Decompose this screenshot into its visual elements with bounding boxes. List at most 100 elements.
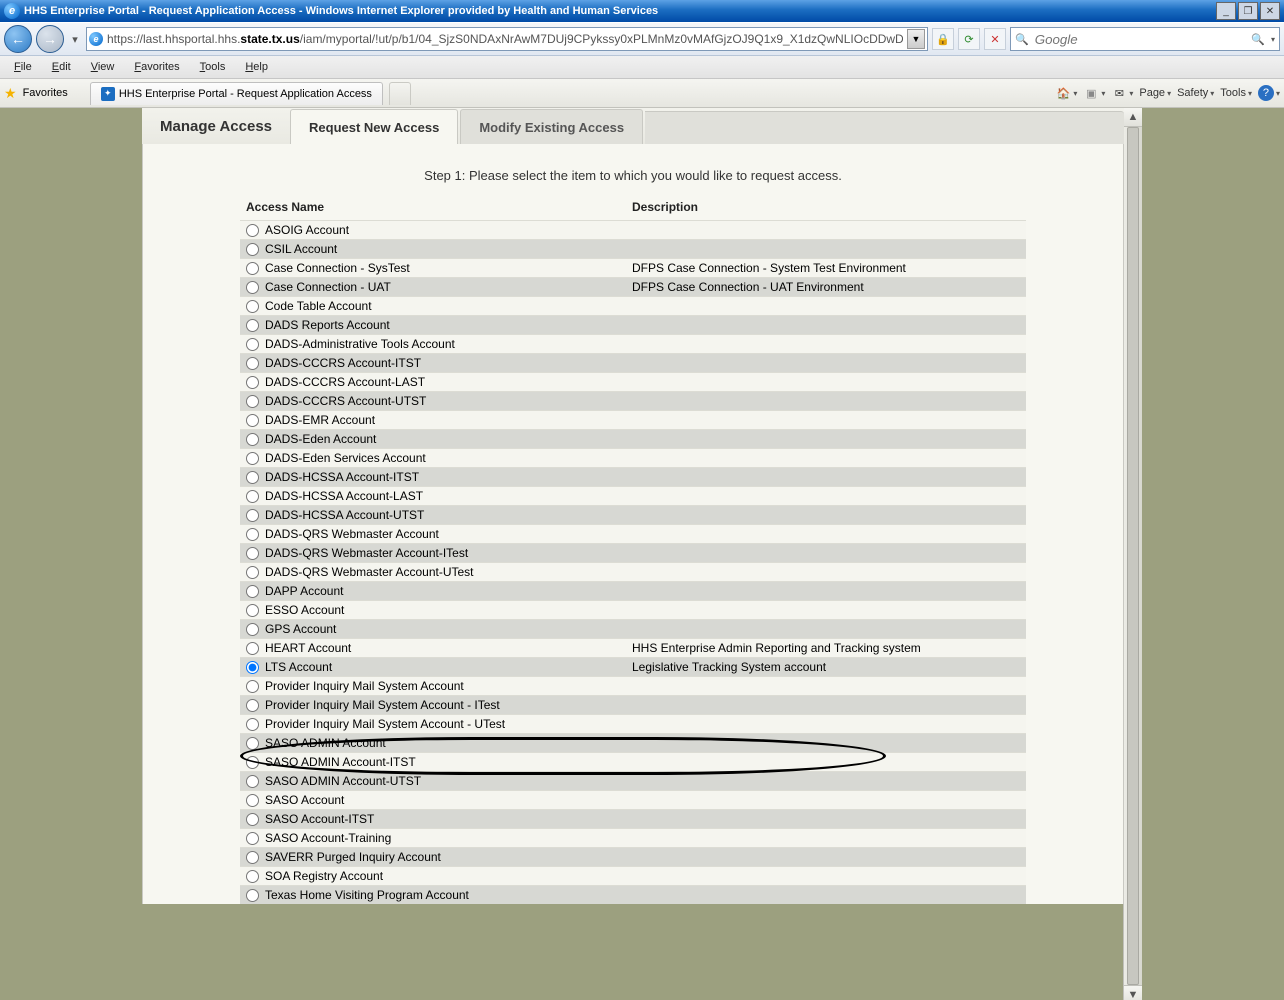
search-box[interactable]: 🔍 🔍 ▾ [1010,27,1280,51]
access-option[interactable]: DADS-HCSSA Account-LAST [246,489,620,503]
access-radio[interactable] [246,718,259,731]
url-dropdown-button[interactable]: ▼ [907,29,925,49]
help-button[interactable]: ?▾ [1258,85,1280,101]
scroll-up-button[interactable]: ▲ [1124,108,1142,127]
url-text[interactable]: https://last.hhsportal.hhs.state.tx.us/i… [107,32,903,46]
access-radio[interactable] [246,623,259,636]
access-option[interactable]: CSIL Account [246,242,620,256]
access-radio[interactable] [246,471,259,484]
access-option[interactable]: Texas Home Visiting Program Account [246,888,620,902]
menu-view[interactable]: View [83,59,123,75]
access-option[interactable]: SASO Account [246,793,620,807]
access-option[interactable]: SASO Account-Training [246,831,620,845]
tools-menu[interactable]: Tools▾ [1220,87,1252,99]
access-option[interactable]: Case Connection - SysTest [246,261,620,275]
restore-button[interactable]: ❐ [1238,2,1258,20]
access-option[interactable]: GPS Account [246,622,620,636]
access-radio[interactable] [246,452,259,465]
access-option[interactable]: Code Table Account [246,299,620,313]
access-option[interactable]: Provider Inquiry Mail System Account - U… [246,717,620,731]
access-option[interactable]: SAVERR Purged Inquiry Account [246,850,620,864]
read-mail-button[interactable]: ✉▾ [1111,85,1133,101]
access-radio[interactable] [246,547,259,560]
access-option[interactable]: DADS-QRS Webmaster Account-UTest [246,565,620,579]
close-button[interactable]: ✕ [1260,2,1280,20]
access-radio[interactable] [246,528,259,541]
access-radio[interactable] [246,851,259,864]
access-option[interactable]: DADS-Administrative Tools Account [246,337,620,351]
menu-edit[interactable]: Edit [44,59,79,75]
forward-button[interactable]: → [36,25,64,53]
access-radio[interactable] [246,775,259,788]
access-option[interactable]: SASO ADMIN Account-ITST [246,755,620,769]
menu-tools[interactable]: Tools [192,59,234,75]
page-menu[interactable]: Page▾ [1139,87,1171,99]
access-option[interactable]: Provider Inquiry Mail System Account [246,679,620,693]
access-radio[interactable] [246,300,259,313]
access-radio[interactable] [246,338,259,351]
access-radio[interactable] [246,509,259,522]
access-option[interactable]: DADS-HCSSA Account-ITST [246,470,620,484]
access-option[interactable]: ASOIG Account [246,223,620,237]
access-option[interactable]: LTS Account [246,660,620,674]
favorites-label[interactable]: Favorites [23,87,68,99]
access-option[interactable]: SOA Registry Account [246,869,620,883]
access-radio[interactable] [246,661,259,674]
access-option[interactable]: DAPP Account [246,584,620,598]
access-option[interactable]: DADS-Eden Services Account [246,451,620,465]
access-radio[interactable] [246,870,259,883]
access-radio[interactable] [246,737,259,750]
minimize-button[interactable]: _ [1216,2,1236,20]
access-radio[interactable] [246,376,259,389]
access-radio[interactable] [246,889,259,902]
access-radio[interactable] [246,224,259,237]
access-option[interactable]: DADS-EMR Account [246,413,620,427]
access-radio[interactable] [246,357,259,370]
access-radio[interactable] [246,794,259,807]
security-lock-icon[interactable]: 🔒 [932,28,954,50]
access-option[interactable]: HEART Account [246,641,620,655]
access-radio[interactable] [246,585,259,598]
access-radio[interactable] [246,262,259,275]
access-radio[interactable] [246,604,259,617]
back-button[interactable]: ← [4,25,32,53]
access-option[interactable]: DADS-QRS Webmaster Account-ITest [246,546,620,560]
access-radio[interactable] [246,699,259,712]
menu-file[interactable]: File [6,59,40,75]
access-radio[interactable] [246,756,259,769]
access-radio[interactable] [246,566,259,579]
search-provider-dropdown[interactable]: ▾ [1271,35,1275,44]
address-bar[interactable]: e https://last.hhsportal.hhs.state.tx.us… [86,27,928,51]
tab-request-new-access[interactable]: Request New Access [290,109,458,145]
access-option[interactable]: DADS Reports Account [246,318,620,332]
feeds-button[interactable]: ▣▾ [1083,85,1105,101]
browser-tab-active[interactable]: ✦ HHS Enterprise Portal - Request Applic… [90,82,383,105]
refresh-button[interactable]: ⟳ [958,28,980,50]
access-radio[interactable] [246,243,259,256]
access-option[interactable]: SASO Account-ITST [246,812,620,826]
menu-help[interactable]: Help [237,59,276,75]
access-option[interactable]: Provider Inquiry Mail System Account - I… [246,698,620,712]
access-option[interactable]: DADS-Eden Account [246,432,620,446]
scroll-thumb[interactable] [1127,127,1140,985]
access-radio[interactable] [246,680,259,693]
access-radio[interactable] [246,832,259,845]
access-option[interactable]: DADS-QRS Webmaster Account [246,527,620,541]
access-option[interactable]: Case Connection - UAT [246,280,620,294]
access-option[interactable]: SASO ADMIN Account-UTST [246,774,620,788]
access-option[interactable]: DADS-CCCRS Account-LAST [246,375,620,389]
favorites-star-icon[interactable]: ★ [4,85,17,102]
new-tab-button[interactable] [389,82,411,105]
scroll-down-button[interactable]: ▼ [1124,985,1142,1000]
access-radio[interactable] [246,414,259,427]
access-radio[interactable] [246,813,259,826]
stop-button[interactable]: ✕ [984,28,1006,50]
access-option[interactable]: DADS-CCCRS Account-ITST [246,356,620,370]
search-input[interactable] [1033,31,1245,48]
access-option[interactable]: ESSO Account [246,603,620,617]
access-radio[interactable] [246,281,259,294]
access-radio[interactable] [246,642,259,655]
menu-favorites[interactable]: Favorites [126,59,187,75]
home-button[interactable]: 🏠▾ [1055,85,1077,101]
tab-modify-existing-access[interactable]: Modify Existing Access [460,109,643,145]
